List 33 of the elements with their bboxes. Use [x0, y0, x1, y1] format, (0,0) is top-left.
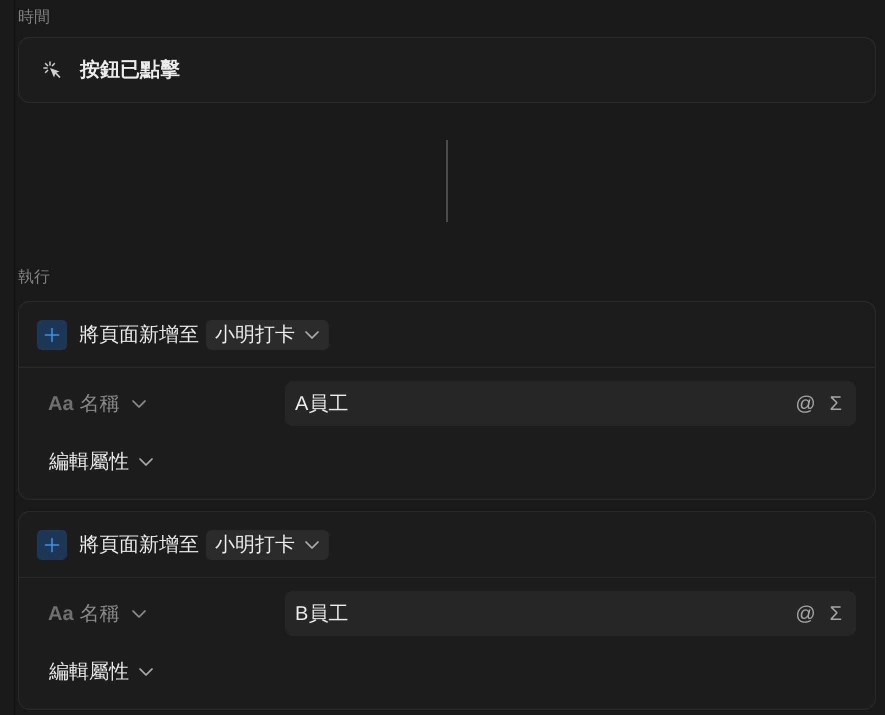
database-dropdown[interactable]: 小明打卡 [206, 320, 329, 350]
edit-properties-button[interactable]: 編輯屬性 [49, 447, 153, 477]
insert-button[interactable]: Σ [830, 394, 842, 414]
action-title: 將頁面新增至 [79, 322, 199, 348]
property-value: B員工 [295, 602, 350, 626]
chevron-down-icon [132, 610, 146, 618]
chevron-down-icon [305, 330, 319, 338]
trigger-card[interactable]: 按鈕已點擊 [18, 37, 876, 103]
trigger-label: 按鈕已點擊 [80, 58, 180, 83]
action-title: 將頁面新增至 [79, 532, 199, 558]
property-value-field[interactable]: B員工 @ Σ [285, 591, 856, 636]
plus-icon [37, 530, 67, 560]
property-name-button[interactable]: Aa 名稱 [48, 388, 146, 418]
section-label: 時間 [18, 8, 50, 28]
cursor-click-icon [43, 61, 61, 79]
chevron-down-icon [139, 668, 153, 676]
plus-icon [37, 320, 67, 350]
insert-button[interactable]: @ [795, 604, 816, 624]
chevron-down-icon [305, 540, 319, 548]
property-name-button[interactable]: Aa 名稱 [48, 598, 146, 628]
database-dropdown[interactable]: 小明打卡 [206, 530, 329, 560]
property-name: 名稱 [80, 392, 120, 416]
text-type-icon: Aa [48, 598, 74, 628]
text-type-icon: Aa [48, 388, 74, 418]
chevron-down-icon [139, 458, 153, 466]
property-value-field[interactable]: A員工 @ Σ [285, 381, 856, 426]
property-name: 名稱 [80, 602, 120, 626]
insert-button[interactable]: @ [795, 394, 816, 414]
chevron-down-icon [132, 400, 146, 408]
insert-button[interactable]: Σ [830, 604, 842, 624]
section-label: 執行 [18, 268, 50, 288]
edit-properties-button[interactable]: 編輯屬性 [49, 657, 153, 687]
property-value: A員工 [295, 392, 350, 416]
